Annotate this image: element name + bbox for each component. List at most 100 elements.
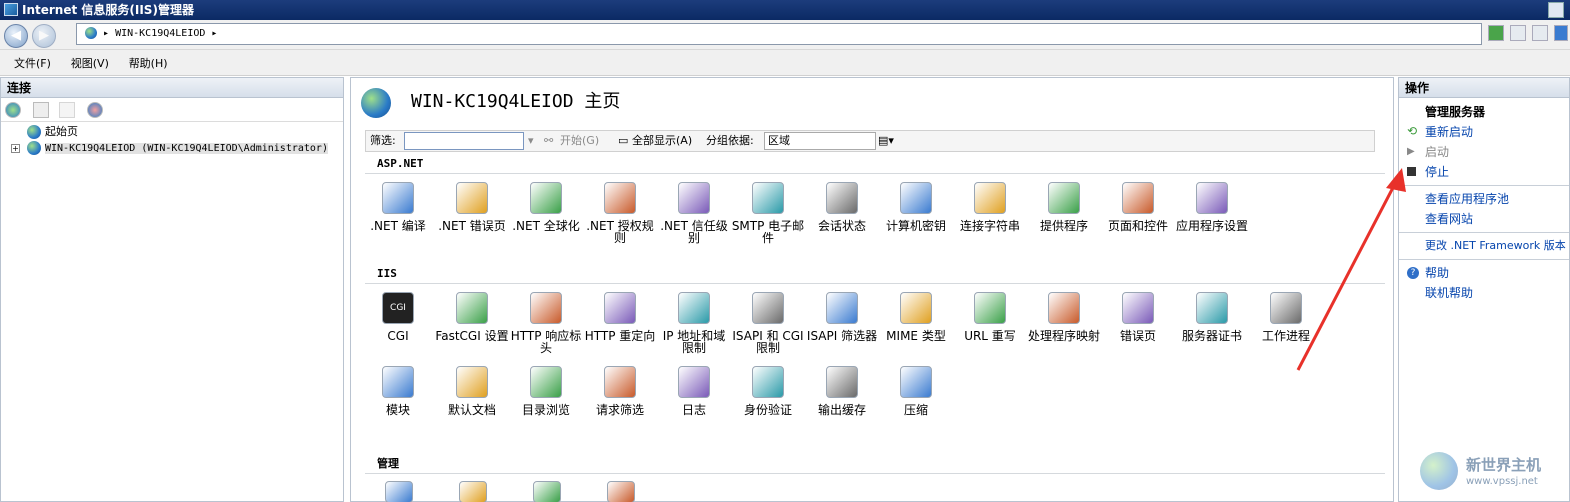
save-icon[interactable] bbox=[33, 102, 49, 118]
view-app-pools-link[interactable]: 查看应用程序池 bbox=[1425, 189, 1569, 209]
feature-item[interactable]: 连接字符串 bbox=[953, 182, 1027, 232]
back-button[interactable]: ◀ bbox=[4, 24, 28, 48]
expand-icon[interactable]: + bbox=[11, 144, 20, 153]
show-all-icon: ▭ bbox=[618, 134, 629, 147]
tree-item-server[interactable]: + WIN-KC19Q4LEIOD (WIN-KC19Q4LEIOD\Admin… bbox=[11, 140, 343, 156]
filter-dropdown-icon[interactable]: ▾ bbox=[528, 131, 534, 151]
feature-item[interactable]: .NET 编译 bbox=[365, 182, 435, 232]
view-mode-icon[interactable]: ▤▾ bbox=[878, 131, 894, 151]
refresh-icon[interactable] bbox=[1488, 25, 1504, 41]
feature-item[interactable]: CGI CGI bbox=[365, 292, 435, 342]
feature-item[interactable]: 错误页 bbox=[1101, 292, 1175, 342]
feature-label: 日志 bbox=[681, 403, 706, 417]
restart-link[interactable]: ⟲ 重新启动 bbox=[1407, 122, 1569, 142]
disconnect-icon[interactable] bbox=[87, 102, 103, 118]
forward-button[interactable]: ▶ bbox=[32, 24, 56, 48]
feature-label: 会话状态 bbox=[817, 219, 866, 233]
menu-help[interactable]: 帮助(H) bbox=[129, 57, 168, 70]
feature-item[interactable]: 请求筛选 bbox=[583, 366, 657, 416]
feature-item[interactable]: 提供程序 bbox=[1027, 182, 1101, 232]
feature-item[interactable]: 压缩 bbox=[879, 366, 953, 416]
machine-key-icon bbox=[900, 182, 932, 214]
help-link[interactable]: ? 帮助 bbox=[1407, 263, 1569, 283]
connection-strings-icon bbox=[974, 182, 1006, 214]
connect-globe-icon[interactable] bbox=[5, 102, 21, 118]
feature-item[interactable]: 身份验证 bbox=[731, 366, 805, 416]
feature-item[interactable]: MIME 类型 bbox=[879, 292, 953, 342]
management-feature-icon[interactable] bbox=[459, 481, 487, 502]
start-filter-button[interactable]: 开始(G) bbox=[560, 131, 599, 151]
menu-view[interactable]: 视图(V) bbox=[71, 57, 109, 70]
management-feature-icon[interactable] bbox=[533, 481, 561, 502]
start-link[interactable]: ▶ 启动 bbox=[1407, 142, 1569, 162]
up-folder-icon[interactable] bbox=[59, 102, 75, 118]
online-help-link[interactable]: 联机帮助 bbox=[1425, 283, 1569, 303]
feature-item[interactable]: .NET 全球化 bbox=[509, 182, 583, 232]
feature-item[interactable]: 目录浏览 bbox=[509, 366, 583, 416]
view-sites-link[interactable]: 查看网站 bbox=[1425, 209, 1569, 229]
server-certificates-icon bbox=[1196, 292, 1228, 324]
window-titlebar: Internet 信息服务(IIS)管理器 bbox=[0, 0, 1570, 20]
feature-item[interactable]: 处理程序映射 bbox=[1027, 292, 1101, 342]
page-title-text: WIN-KC19Q4LEIOD 主页 bbox=[411, 91, 621, 112]
filter-input[interactable] bbox=[404, 132, 524, 150]
feature-item[interactable]: .NET 错误页 bbox=[435, 182, 509, 232]
feature-item[interactable]: .NET 信任级别 bbox=[657, 182, 731, 244]
feature-label: CGI bbox=[387, 329, 409, 343]
stop-label: 停止 bbox=[1425, 165, 1450, 179]
feature-label: 提供程序 bbox=[1039, 219, 1088, 233]
breadcrumb-server[interactable]: WIN-KC19Q4LEIOD bbox=[115, 28, 205, 39]
start-page-icon bbox=[27, 125, 41, 139]
feature-item[interactable]: 默认文档 bbox=[435, 366, 509, 416]
tree-label: 起始页 bbox=[45, 125, 78, 138]
feature-label: 应用程序设置 bbox=[1175, 219, 1248, 233]
feature-label: 计算机密钥 bbox=[885, 219, 946, 233]
feature-item[interactable]: IP 地址和域限制 bbox=[657, 292, 731, 354]
management-feature-icon[interactable] bbox=[385, 481, 413, 502]
actions-header: 操作 bbox=[1399, 78, 1569, 98]
feature-item[interactable]: 日志 bbox=[657, 366, 731, 416]
management-feature-icon[interactable] bbox=[607, 481, 635, 502]
feature-item[interactable]: 工作进程 bbox=[1249, 292, 1323, 342]
group-by-label: 分组依据: bbox=[706, 134, 754, 147]
error-pages-icon bbox=[1122, 292, 1154, 324]
feature-item[interactable]: HTTP 重定向 bbox=[583, 292, 657, 342]
feature-item[interactable]: URL 重写 bbox=[953, 292, 1027, 342]
group-by-select[interactable]: 区域 bbox=[764, 132, 876, 150]
stop-link[interactable]: 停止 bbox=[1407, 162, 1569, 182]
feature-item[interactable]: ISAPI 和 CGI 限制 bbox=[731, 292, 805, 354]
feature-item[interactable]: 模块 bbox=[365, 366, 435, 416]
feature-item[interactable]: ISAPI 筛选器 bbox=[805, 292, 879, 342]
minimize-button[interactable] bbox=[1548, 2, 1564, 18]
feature-item[interactable]: 应用程序设置 bbox=[1175, 182, 1249, 232]
tree-item-start-page[interactable]: 起始页 bbox=[11, 124, 343, 140]
feature-item[interactable]: .NET 授权规则 bbox=[583, 182, 657, 244]
output-caching-icon bbox=[826, 366, 858, 398]
http-redirect-icon bbox=[604, 292, 636, 324]
menu-file[interactable]: 文件(F) bbox=[14, 57, 51, 70]
stop-icon[interactable] bbox=[1510, 25, 1526, 41]
feature-item[interactable]: 会话状态 bbox=[805, 182, 879, 232]
help-icon[interactable] bbox=[1554, 25, 1568, 41]
feature-item[interactable]: HTTP 响应标头 bbox=[509, 292, 583, 354]
breadcrumb-chevron-icon[interactable]: ▸ bbox=[211, 28, 217, 39]
address-breadcrumb[interactable]: ▸ WIN-KC19Q4LEIOD ▸ bbox=[76, 23, 1482, 45]
feature-item[interactable]: FastCGI 设置 bbox=[435, 292, 509, 342]
feature-item[interactable]: 服务器证书 bbox=[1175, 292, 1249, 342]
feature-item[interactable]: SMTP 电子邮件 bbox=[731, 182, 805, 244]
help-label: 帮助 bbox=[1425, 266, 1450, 280]
feature-item[interactable]: 页面和控件 bbox=[1101, 182, 1175, 232]
change-framework-link[interactable]: 更改 .NET Framework 版本 bbox=[1425, 236, 1569, 256]
show-all-button[interactable]: 全部显示(A) bbox=[632, 131, 692, 151]
isapi-filters-icon bbox=[826, 292, 858, 324]
feature-item[interactable]: 输出缓存 bbox=[805, 366, 879, 416]
feature-label: 工作进程 bbox=[1261, 329, 1310, 343]
home-icon[interactable] bbox=[1532, 25, 1548, 41]
server-globe-icon bbox=[85, 27, 97, 39]
watermark-url: www.vpssj.net bbox=[1466, 476, 1538, 487]
feature-label: .NET 全球化 bbox=[512, 219, 580, 233]
feature-label: MIME 类型 bbox=[886, 329, 946, 343]
feature-item[interactable]: 计算机密钥 bbox=[879, 182, 953, 232]
server-home-icon bbox=[361, 88, 391, 118]
handler-mappings-icon bbox=[1048, 292, 1080, 324]
